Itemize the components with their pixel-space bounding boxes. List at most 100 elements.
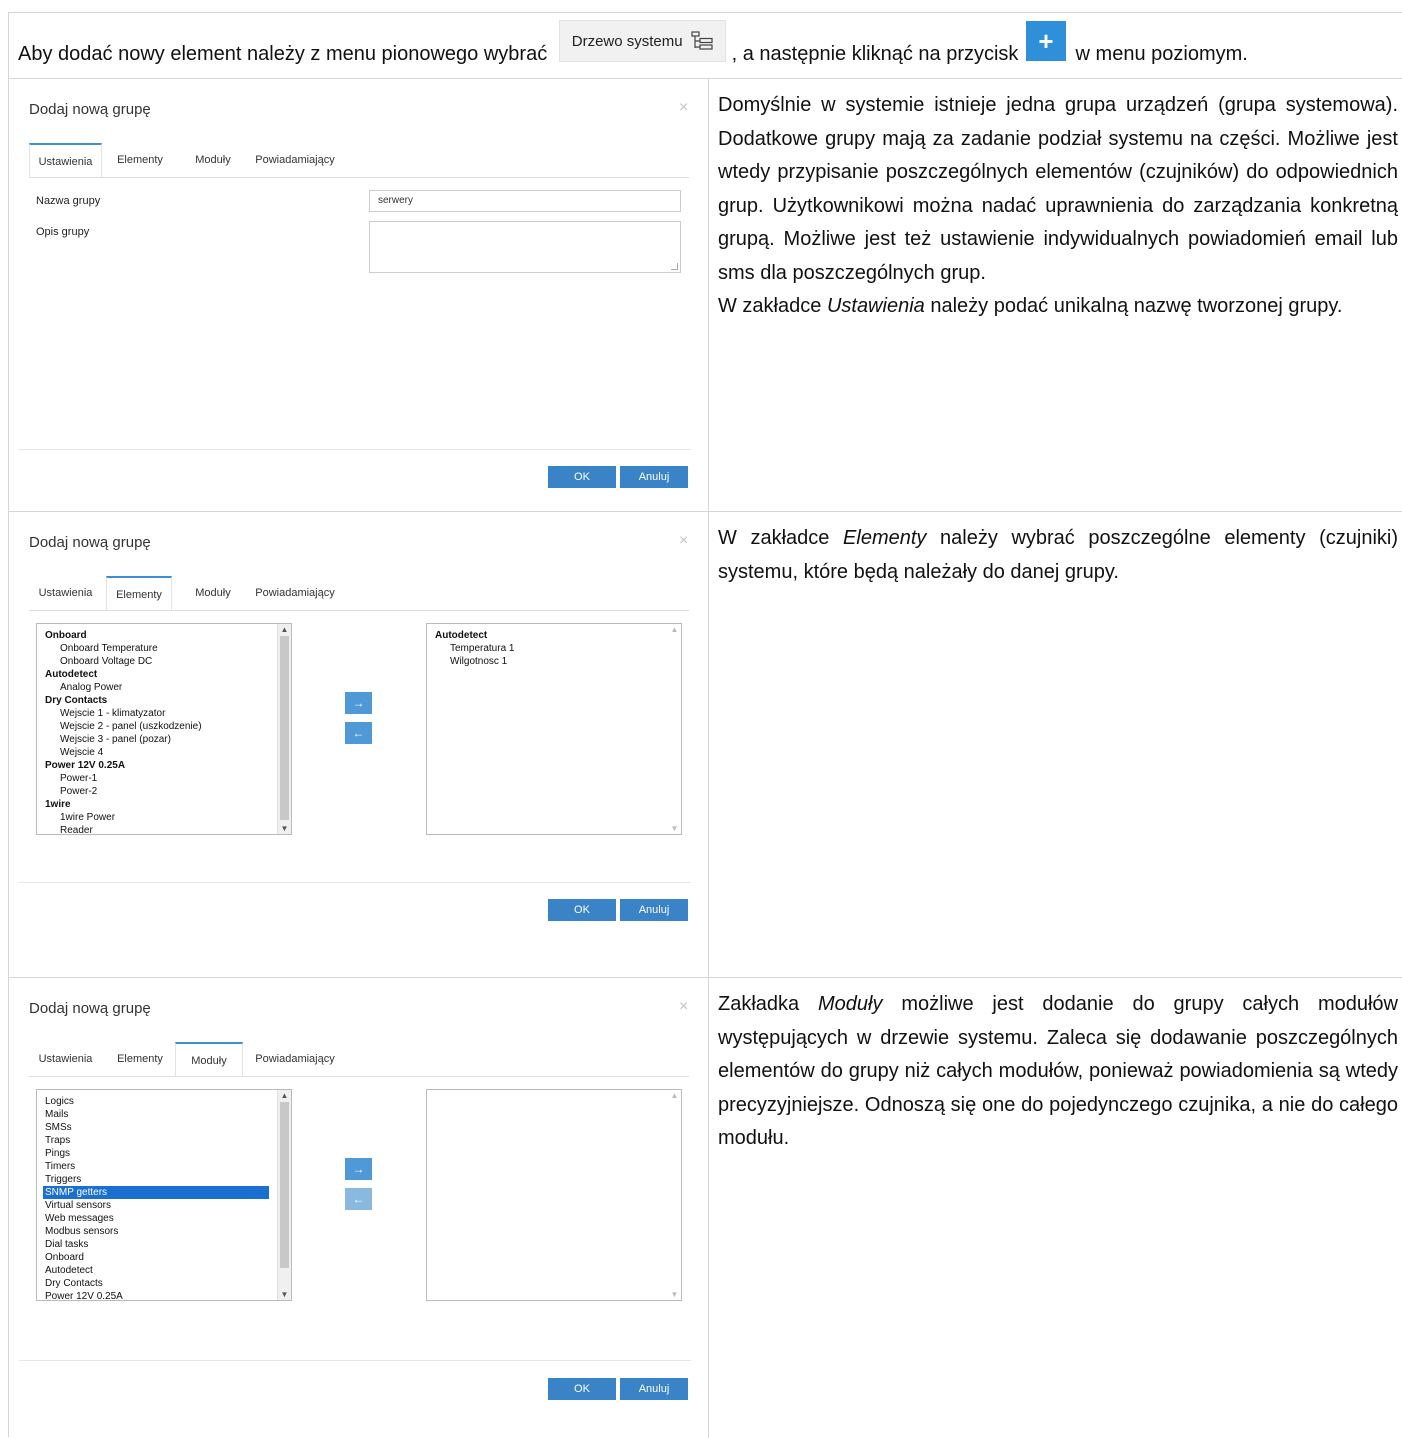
available-elements-items: Onboard Onboard Temperature Onboard Voltag… — [45, 629, 202, 834]
list-item[interactable]: Reader — [45, 824, 202, 834]
intro-text-before: Aby dodać nowy element należy z menu pio… — [18, 42, 553, 65]
list-item[interactable]: SMSs — [45, 1121, 269, 1134]
tab-moduly[interactable]: Moduły — [179, 576, 247, 610]
scroll-down-icon[interactable]: ▼ — [668, 1290, 681, 1299]
tab-powiadamiajacy[interactable]: Powiadamiający — [249, 1042, 341, 1076]
tab-elementy[interactable]: Elementy — [109, 143, 171, 177]
list-group-header[interactable]: Autodetect — [45, 668, 202, 681]
list-item[interactable]: Analog Power — [45, 681, 202, 694]
add-plus-button[interactable]: + — [1025, 21, 1066, 61]
selected-modules-list[interactable]: ▲ ▼ — [426, 1089, 682, 1301]
ok-button[interactable]: OK — [548, 899, 616, 921]
group-description-textarea[interactable] — [369, 221, 681, 273]
scroll-up-icon[interactable]: ▲ — [668, 1091, 681, 1100]
scroll-down-icon[interactable]: ▼ — [278, 824, 291, 833]
move-left-button[interactable]: ← — [345, 1188, 372, 1210]
list-item[interactable]: Onboard — [45, 1251, 269, 1264]
tab-ustawienia[interactable]: Ustawienia — [29, 1042, 102, 1076]
scroll-thumb[interactable] — [280, 636, 289, 820]
list-item[interactable]: Mails — [45, 1108, 269, 1121]
settings-description-p2: W zakładce Ustawienia należy podać unika… — [718, 295, 1343, 317]
close-icon[interactable]: × — [679, 532, 688, 550]
intro-text: Aby dodać nowy element należy z menu pio… — [18, 20, 1248, 68]
list-group-header[interactable]: Dry Contacts — [45, 694, 202, 707]
tab-moduly[interactable]: Moduły — [175, 1042, 243, 1076]
list-item[interactable]: Onboard Voltage DC — [45, 655, 202, 668]
move-left-button[interactable]: ← — [345, 722, 372, 744]
scrollbar[interactable]: ▲ ▼ — [277, 624, 291, 834]
list-item[interactable]: Wejscie 2 - panel (uszkodzenie) — [45, 720, 202, 733]
settings-description: Domyślnie w systemie istnieje jedna grup… — [718, 89, 1398, 324]
available-modules-list[interactable]: Logics Mails SMSs Traps Pings Timers Triggers S… — [36, 1089, 292, 1301]
list-group-header[interactable]: Onboard — [45, 629, 202, 642]
close-icon[interactable]: × — [679, 99, 688, 117]
tab-ustawienia[interactable]: Ustawienia — [29, 576, 102, 610]
list-item[interactable]: Pings — [45, 1147, 269, 1160]
move-right-button[interactable]: → — [345, 1158, 372, 1180]
list-item[interactable]: Onboard Temperature — [45, 642, 202, 655]
row-elements: Dodaj nową grupę × Ustawienia Elementy M… — [9, 512, 1402, 978]
cancel-button[interactable]: Anuluj — [620, 466, 688, 488]
close-icon[interactable]: × — [679, 998, 688, 1016]
list-group-header[interactable]: Power 12V 0.25A — [45, 759, 202, 772]
list-group-header[interactable]: Autodetect — [435, 629, 514, 642]
list-item[interactable]: Autodetect — [45, 1264, 269, 1277]
scroll-up-icon[interactable]: ▲ — [668, 625, 681, 634]
system-tree-label: Drzewo systemu — [571, 32, 683, 50]
list-item[interactable]: Modbus sensors — [45, 1225, 269, 1238]
ok-button[interactable]: OK — [548, 1378, 616, 1400]
scrollbar[interactable]: ▲ ▼ — [277, 1090, 291, 1300]
list-item[interactable]: Logics — [45, 1095, 269, 1108]
list-item[interactable]: Wejscie 3 - panel (pozar) — [45, 733, 202, 746]
list-item[interactable]: SNMP getters — [43, 1186, 269, 1199]
resize-grip-icon[interactable] — [671, 263, 678, 270]
list-item[interactable]: Wilgotnosc 1 — [435, 655, 514, 668]
cancel-button[interactable]: Anuluj — [620, 899, 688, 921]
tab-moduly[interactable]: Moduły — [179, 143, 247, 177]
list-item[interactable]: Power-2 — [45, 785, 202, 798]
ok-button[interactable]: OK — [548, 466, 616, 488]
list-item[interactable]: Temperatura 1 — [435, 642, 514, 655]
scroll-up-icon[interactable]: ▲ — [278, 1091, 291, 1100]
scroll-thumb[interactable] — [280, 1102, 289, 1268]
tab-ustawienia[interactable]: Ustawienia — [29, 143, 102, 177]
scroll-up-icon[interactable]: ▲ — [278, 625, 291, 634]
tab-elementy[interactable]: Elementy — [109, 1042, 171, 1076]
elements-description: W zakładce Elementy należy wybrać poszcz… — [718, 522, 1398, 589]
group-name-input[interactable]: serwery — [369, 190, 681, 212]
modules-description-text: Zakładka Moduły możliwe jest dodanie do … — [718, 993, 1398, 1149]
available-elements-list[interactable]: Onboard Onboard Temperature Onboard Voltag… — [36, 623, 292, 835]
tab-elementy[interactable]: Elementy — [106, 576, 172, 610]
move-right-button[interactable]: → — [345, 692, 372, 714]
intro-text-middle: , a następnie kliknąć na przycisk — [731, 42, 1024, 65]
document-table: Aby dodać nowy element należy z menu pio… — [8, 12, 1402, 1438]
group-description-label: Opis grupy — [36, 226, 90, 238]
list-item[interactable]: Virtual sensors — [45, 1199, 269, 1212]
selected-elements-list[interactable]: Autodetect Temperatura 1 Wilgotnosc 1 ▲ ▼ — [426, 623, 682, 835]
dialog-footer-divider — [19, 882, 691, 883]
list-group-header[interactable]: 1wire — [45, 798, 202, 811]
list-item[interactable]: Traps — [45, 1134, 269, 1147]
dialog-title: Dodaj nową grupę — [29, 1000, 151, 1017]
scrollbar[interactable]: ▲ ▼ — [668, 624, 681, 834]
list-item[interactable]: Wejscie 1 - klimatyzator — [45, 707, 202, 720]
system-tree-button[interactable]: Drzewo systemu — [558, 20, 726, 62]
tab-powiadamiajacy[interactable]: Powiadamiający — [249, 576, 341, 610]
list-item[interactable]: Triggers — [45, 1173, 269, 1186]
available-modules-items: Logics Mails SMSs Traps Pings Timers Triggers S… — [43, 1095, 269, 1300]
list-item[interactable]: 1wire Power — [45, 811, 202, 824]
column-divider — [708, 978, 709, 1438]
list-item[interactable]: Dial tasks — [45, 1238, 269, 1251]
scroll-down-icon[interactable]: ▼ — [668, 824, 681, 833]
list-item[interactable]: Web messages — [45, 1212, 269, 1225]
scrollbar[interactable]: ▲ ▼ — [668, 1090, 681, 1300]
cancel-button[interactable]: Anuluj — [620, 1378, 688, 1400]
list-item[interactable]: Dry Contacts — [45, 1277, 269, 1290]
list-item[interactable]: Timers — [45, 1160, 269, 1173]
tab-powiadamiajacy[interactable]: Powiadamiający — [249, 143, 341, 177]
scroll-down-icon[interactable]: ▼ — [278, 1290, 291, 1299]
list-item[interactable]: Power 12V 0.25A — [45, 1290, 269, 1300]
list-item[interactable]: Power-1 — [45, 772, 202, 785]
dialog-tabs: Ustawienia Elementy Moduły Powiadamiając… — [29, 143, 689, 178]
list-item[interactable]: Wejscie 4 — [45, 746, 202, 759]
